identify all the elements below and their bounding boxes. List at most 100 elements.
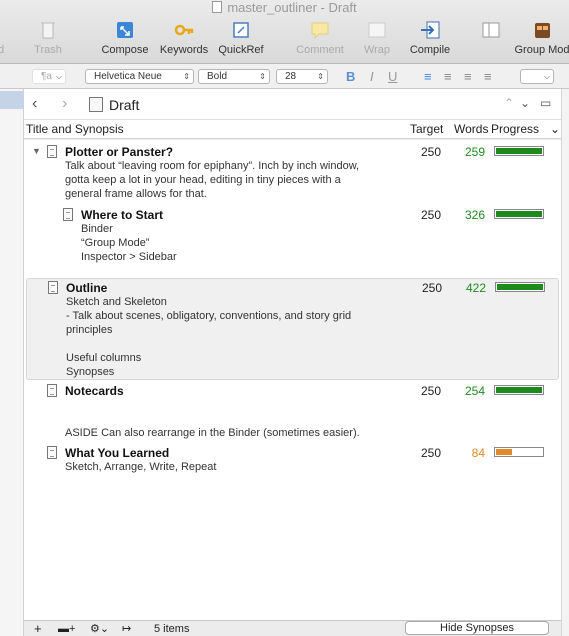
progress-fill <box>497 284 543 290</box>
font-weight-select[interactable]: Bold ⇕ <box>198 69 270 84</box>
footer-bar: + ▬+ ⚙⌄ ↦ 5 items Hide Synopses <box>24 620 561 636</box>
row-synopsis: ASIDE Can also rearrange in the Binder (… <box>65 427 360 439</box>
outline-row[interactable]: ▼ Plotter or Panster? Talk about “leavin… <box>24 140 561 202</box>
outline-row[interactable]: Notecards ASIDE Can also rearrange in th… <box>24 382 561 442</box>
binder-selection[interactable] <box>0 91 24 109</box>
font-size-select[interactable]: 28 ⇕ <box>276 69 328 84</box>
keywords-icon <box>174 24 194 36</box>
group-mode-button[interactable]: Group Mod <box>512 20 569 60</box>
add-folder-icon[interactable]: ▬+ <box>58 621 75 636</box>
chevron-down-icon[interactable]: ⌄ <box>520 96 530 110</box>
italic-button[interactable]: I <box>370 69 374 84</box>
chevron-down-icon: ⌵ <box>55 72 62 81</box>
stepper-icon: ⇕ <box>259 72 266 81</box>
comment-icon <box>311 22 329 40</box>
add-icon[interactable]: + <box>34 621 42 636</box>
toolbar-partial-button[interactable]: d <box>0 20 8 60</box>
keywords-button[interactable]: Keywords <box>156 20 212 60</box>
chevron-up-icon[interactable]: ⌃ <box>504 96 514 110</box>
row-title: What You Learned <box>65 446 170 460</box>
comment-button[interactable]: Comment <box>292 20 348 60</box>
document-icon <box>47 145 57 158</box>
layout-button[interactable] <box>478 20 504 60</box>
progress-bar <box>494 385 544 395</box>
hide-synopses-button[interactable]: Hide Synopses <box>405 621 549 635</box>
progress-bar <box>494 146 544 156</box>
layout-icon <box>482 22 500 38</box>
row-target: 250 <box>420 208 441 222</box>
outliner-column-headers: Title and Synopsis Target Words Progress… <box>24 120 561 139</box>
progress-fill <box>496 148 542 154</box>
row-target: 250 <box>420 446 441 460</box>
column-target[interactable]: Target <box>410 120 443 139</box>
compile-icon <box>421 21 440 39</box>
row-title: Outline <box>66 281 108 295</box>
split-view-icon[interactable]: ▭ <box>540 96 551 110</box>
outline-row[interactable]: What You Learned Sketch, Arrange, Write,… <box>24 444 561 480</box>
color-select[interactable]: ⌵ <box>520 69 554 84</box>
wrap-button[interactable]: Wrap <box>360 20 394 60</box>
quickref-button[interactable]: QuickRef <box>216 20 266 60</box>
progress-bar <box>494 447 544 457</box>
gear-icon[interactable]: ⚙⌄ <box>90 621 109 636</box>
row-synopsis: Sketch and Skeleton - Talk about scenes,… <box>66 296 352 378</box>
align-center-icon[interactable]: ≡ <box>444 69 452 84</box>
align-left-icon[interactable]: ≡ <box>424 69 432 84</box>
wrap-icon <box>368 22 386 38</box>
format-bar: ¶a ⌵ Helvetica Neue ⇕ Bold ⇕ 28 ⇕ B I U ≡ ≡ … <box>0 64 569 89</box>
row-target: 250 <box>420 384 441 398</box>
row-synopsis: Sketch, Arrange, Write, Repeat <box>65 461 217 473</box>
row-title: Where to Start <box>81 208 164 222</box>
document-icon <box>48 281 58 294</box>
move-out-icon[interactable]: ↦ <box>122 621 131 636</box>
row-synopsis: Binder “Group Mode” Inspector > Sidebar <box>81 223 177 263</box>
font-family-select[interactable]: Helvetica Neue ⇕ <box>85 69 194 84</box>
column-title[interactable]: Title and Synopsis <box>26 120 124 139</box>
compile-button[interactable]: Compile <box>404 20 456 60</box>
progress-fill <box>496 387 542 393</box>
disclosure-triangle-icon[interactable]: ▼ <box>32 146 41 156</box>
row-words: 422 <box>465 281 486 295</box>
compose-button[interactable]: Compose <box>98 20 152 60</box>
bold-button[interactable]: B <box>346 69 355 84</box>
align-justify-icon[interactable]: ≡ <box>484 69 492 84</box>
inspector-edge <box>561 89 569 636</box>
progress-fill <box>496 211 542 217</box>
progress-bar <box>494 209 544 219</box>
document-icon <box>63 208 73 221</box>
app-window: master_outliner - Draft d Trash Compose … <box>0 0 569 636</box>
stepper-icon: ⇕ <box>183 72 190 81</box>
toolbar: master_outliner - Draft d Trash Compose … <box>0 0 569 64</box>
document-icon <box>47 446 57 459</box>
folder-document-icon <box>89 97 103 112</box>
document-name[interactable]: Draft <box>109 97 139 113</box>
underline-button[interactable]: U <box>388 69 397 84</box>
row-words: 254 <box>464 384 485 398</box>
forward-arrow-icon[interactable]: › <box>62 95 67 113</box>
outline-row-selected[interactable]: Outline Sketch and Skeleton - Talk about… <box>26 278 559 380</box>
document-icon <box>47 384 57 397</box>
outline-row[interactable]: Where to Start Binder “Group Mode” Inspe… <box>24 204 561 276</box>
row-title: Notecards <box>65 384 124 398</box>
editor-header: ‹ › Draft ⌃ ⌄ ▭ <box>24 89 561 120</box>
row-words: 326 <box>464 208 485 222</box>
chevron-down-icon: ⌵ <box>543 72 550 81</box>
paragraph-style-select[interactable]: ¶a ⌵ <box>32 69 66 84</box>
row-words: 259 <box>464 145 485 159</box>
column-words[interactable]: Words <box>454 120 488 139</box>
trash-button[interactable]: Trash <box>28 20 68 60</box>
document-icon <box>212 1 223 13</box>
row-target: 250 <box>420 145 441 159</box>
row-title: Plotter or Panster? <box>65 145 174 159</box>
columns-menu-chevron-icon[interactable]: ⌄ <box>550 120 560 139</box>
trash-icon <box>41 22 55 39</box>
group-mode-icon <box>535 23 550 38</box>
window-title: master_outliner - Draft <box>0 0 569 16</box>
quickref-icon <box>233 22 249 38</box>
outliner: ▼ Plotter or Panster? Talk about “leavin… <box>24 140 561 620</box>
progress-bar <box>495 282 545 292</box>
column-progress[interactable]: Progress <box>491 120 539 139</box>
row-target: 250 <box>421 281 442 295</box>
back-arrow-icon[interactable]: ‹ <box>32 95 37 113</box>
align-right-icon[interactable]: ≡ <box>464 69 472 84</box>
